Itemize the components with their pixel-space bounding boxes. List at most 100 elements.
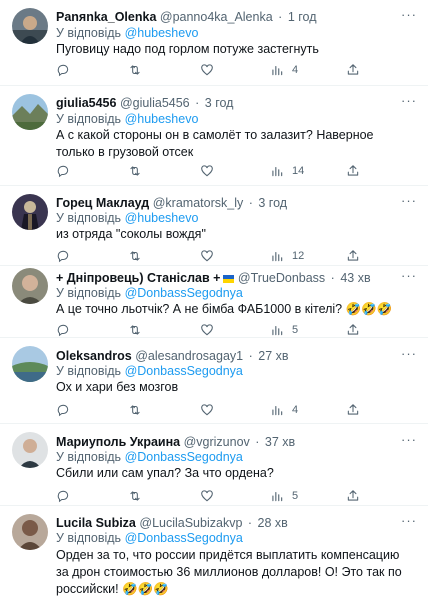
reply-button[interactable] [56,488,78,504]
more-dots-icon[interactable]: ··· [400,194,418,211]
reply-context: У відповідь @DonbassSegodnya [56,363,243,380]
timestamp[interactable]: 28 хв [258,516,288,530]
reply-to-link[interactable]: @DonbassSegodnya [125,286,243,300]
share-button[interactable] [346,402,360,418]
author-handle[interactable]: @LucilaSubizakvp [139,516,242,530]
timestamp[interactable]: 43 хв [340,271,370,285]
action-bar: 5 [56,488,376,504]
reply-to-link[interactable]: @hubeshevo [125,26,199,40]
reply-context: У відповідь @hubeshevo [56,210,198,227]
like-button[interactable] [200,163,222,179]
like-button[interactable] [200,322,222,338]
author-handle[interactable]: @kramatorsk_ly [153,196,244,210]
reply-context: У відповідь @DonbassSegodnya [56,449,243,466]
retweet-button[interactable] [128,322,150,338]
author-name[interactable]: Горец Маклауд [56,196,149,210]
tweet-text: А це точно льотчік? А не бімба ФАБ1000 в… [56,302,393,316]
reply-button[interactable] [56,163,78,179]
retweet-button[interactable] [128,402,150,418]
author-name[interactable]: Мариуполь Украина [56,435,180,449]
separator-dot: · [278,10,283,24]
author-handle[interactable]: @vgrizunov [184,435,250,449]
author-handle[interactable]: @giulia5456 [120,96,190,110]
reply-button[interactable] [56,62,78,78]
reply-prefix: У відповідь [56,364,122,378]
timestamp[interactable]: 3 год [258,196,287,210]
like-button[interactable] [200,248,222,264]
tweet[interactable]: Oleksandros @alesandrosagay1 · 27 хв ···… [0,338,428,424]
view-count: 4 [292,404,299,416]
reply-to-link[interactable]: @DonbassSegodnya [125,531,243,545]
share-button[interactable] [346,62,360,78]
retweet-icon [130,491,140,501]
separator-dot: · [330,271,335,285]
more-dots-icon[interactable]: ··· [400,269,418,286]
reply-to-link[interactable]: @DonbassSegodnya [125,450,243,464]
author-handle[interactable]: @alesandrosagay1 [135,349,243,363]
avatar[interactable] [12,194,48,230]
timestamp[interactable]: 37 хв [265,435,295,449]
share-button[interactable] [346,322,360,338]
tweet[interactable]: Panяnka_Olenka @panno4ka_Alenka · 1 год … [0,0,428,86]
more-dots-icon[interactable]: ··· [400,433,418,450]
views-button[interactable]: 5 [270,488,298,504]
avatar[interactable] [12,432,48,468]
author-name[interactable]: Oleksandros [56,349,132,363]
tweet[interactable]: + Дніпровець) Станіслав + @TrueDonbass ·… [0,266,428,338]
reply-to-link[interactable]: @hubeshevo [125,211,199,225]
share-button[interactable] [346,248,360,264]
bar-chart-icon [272,65,283,76]
retweet-button[interactable] [128,62,150,78]
heart-icon [201,404,213,416]
views-button[interactable]: 4 [270,402,298,418]
more-dots-icon[interactable]: ··· [400,94,418,111]
author-name[interactable]: Panяnka_Olenka [56,10,156,24]
separator-dot: · [247,516,253,530]
tweet[interactable]: Lucila Subiza @LucilaSubizakvp · 28 хв ·… [0,506,428,604]
avatar[interactable] [12,8,48,44]
retweet-button[interactable] [128,163,150,179]
author-name[interactable]: + Дніпровець) Станіслав + [56,271,220,285]
tweet[interactable]: Горец Маклауд @kramatorsk_ly · 3 год ···… [0,186,428,266]
speech-bubble-icon [57,324,69,337]
like-button[interactable] [200,488,222,504]
author-handle[interactable]: @panno4ka_Alenka [160,10,273,24]
action-bar: 14 [56,163,376,179]
views-button[interactable]: 4 [270,62,298,78]
retweet-button[interactable] [128,248,150,264]
author-name[interactable]: giulia5456 [56,96,116,110]
reply-button[interactable] [56,402,78,418]
avatar[interactable] [12,346,48,382]
reply-button[interactable] [56,248,78,264]
views-button[interactable]: 5 [270,322,298,338]
avatar[interactable] [12,94,48,130]
timestamp[interactable]: 3 год [205,96,234,110]
bar-chart-icon [272,405,283,416]
share-button[interactable] [346,488,360,504]
reply-to-link[interactable]: @hubeshevo [125,112,199,126]
author-handle[interactable]: @TrueDonbass [238,271,325,285]
like-button[interactable] [200,402,222,418]
timestamp[interactable]: 1 год [288,10,317,24]
more-dots-icon[interactable]: ··· [400,8,418,25]
tweet-text: А с какой стороны он в самолёт то залази… [56,128,374,159]
retweet-button[interactable] [128,488,150,504]
more-dots-icon[interactable]: ··· [400,347,418,364]
more-dots-icon[interactable]: ··· [400,514,418,531]
avatar[interactable] [12,268,48,304]
tweet[interactable]: giulia5456 @giulia5456 · 3 год ··· У від… [0,86,428,186]
reply-button[interactable] [56,322,78,338]
reply-to-link[interactable]: @DonbassSegodnya [125,364,243,378]
reply-context: У відповідь @DonbassSegodnya [56,530,243,547]
bar-chart-icon [272,325,283,336]
timestamp[interactable]: 27 хв [258,349,288,363]
share-button[interactable] [346,163,360,179]
views-button[interactable]: 14 [270,163,304,179]
avatar[interactable] [12,514,48,550]
reply-context: У відповідь @hubeshevo [56,111,198,128]
tweet[interactable]: Мариуполь Украина @vgrizunov · 37 хв ···… [0,424,428,506]
author-name[interactable]: Lucila Subiza [56,516,136,530]
views-button[interactable]: 12 [270,248,304,264]
reply-prefix: У відповідь [56,286,122,300]
like-button[interactable] [200,62,222,78]
